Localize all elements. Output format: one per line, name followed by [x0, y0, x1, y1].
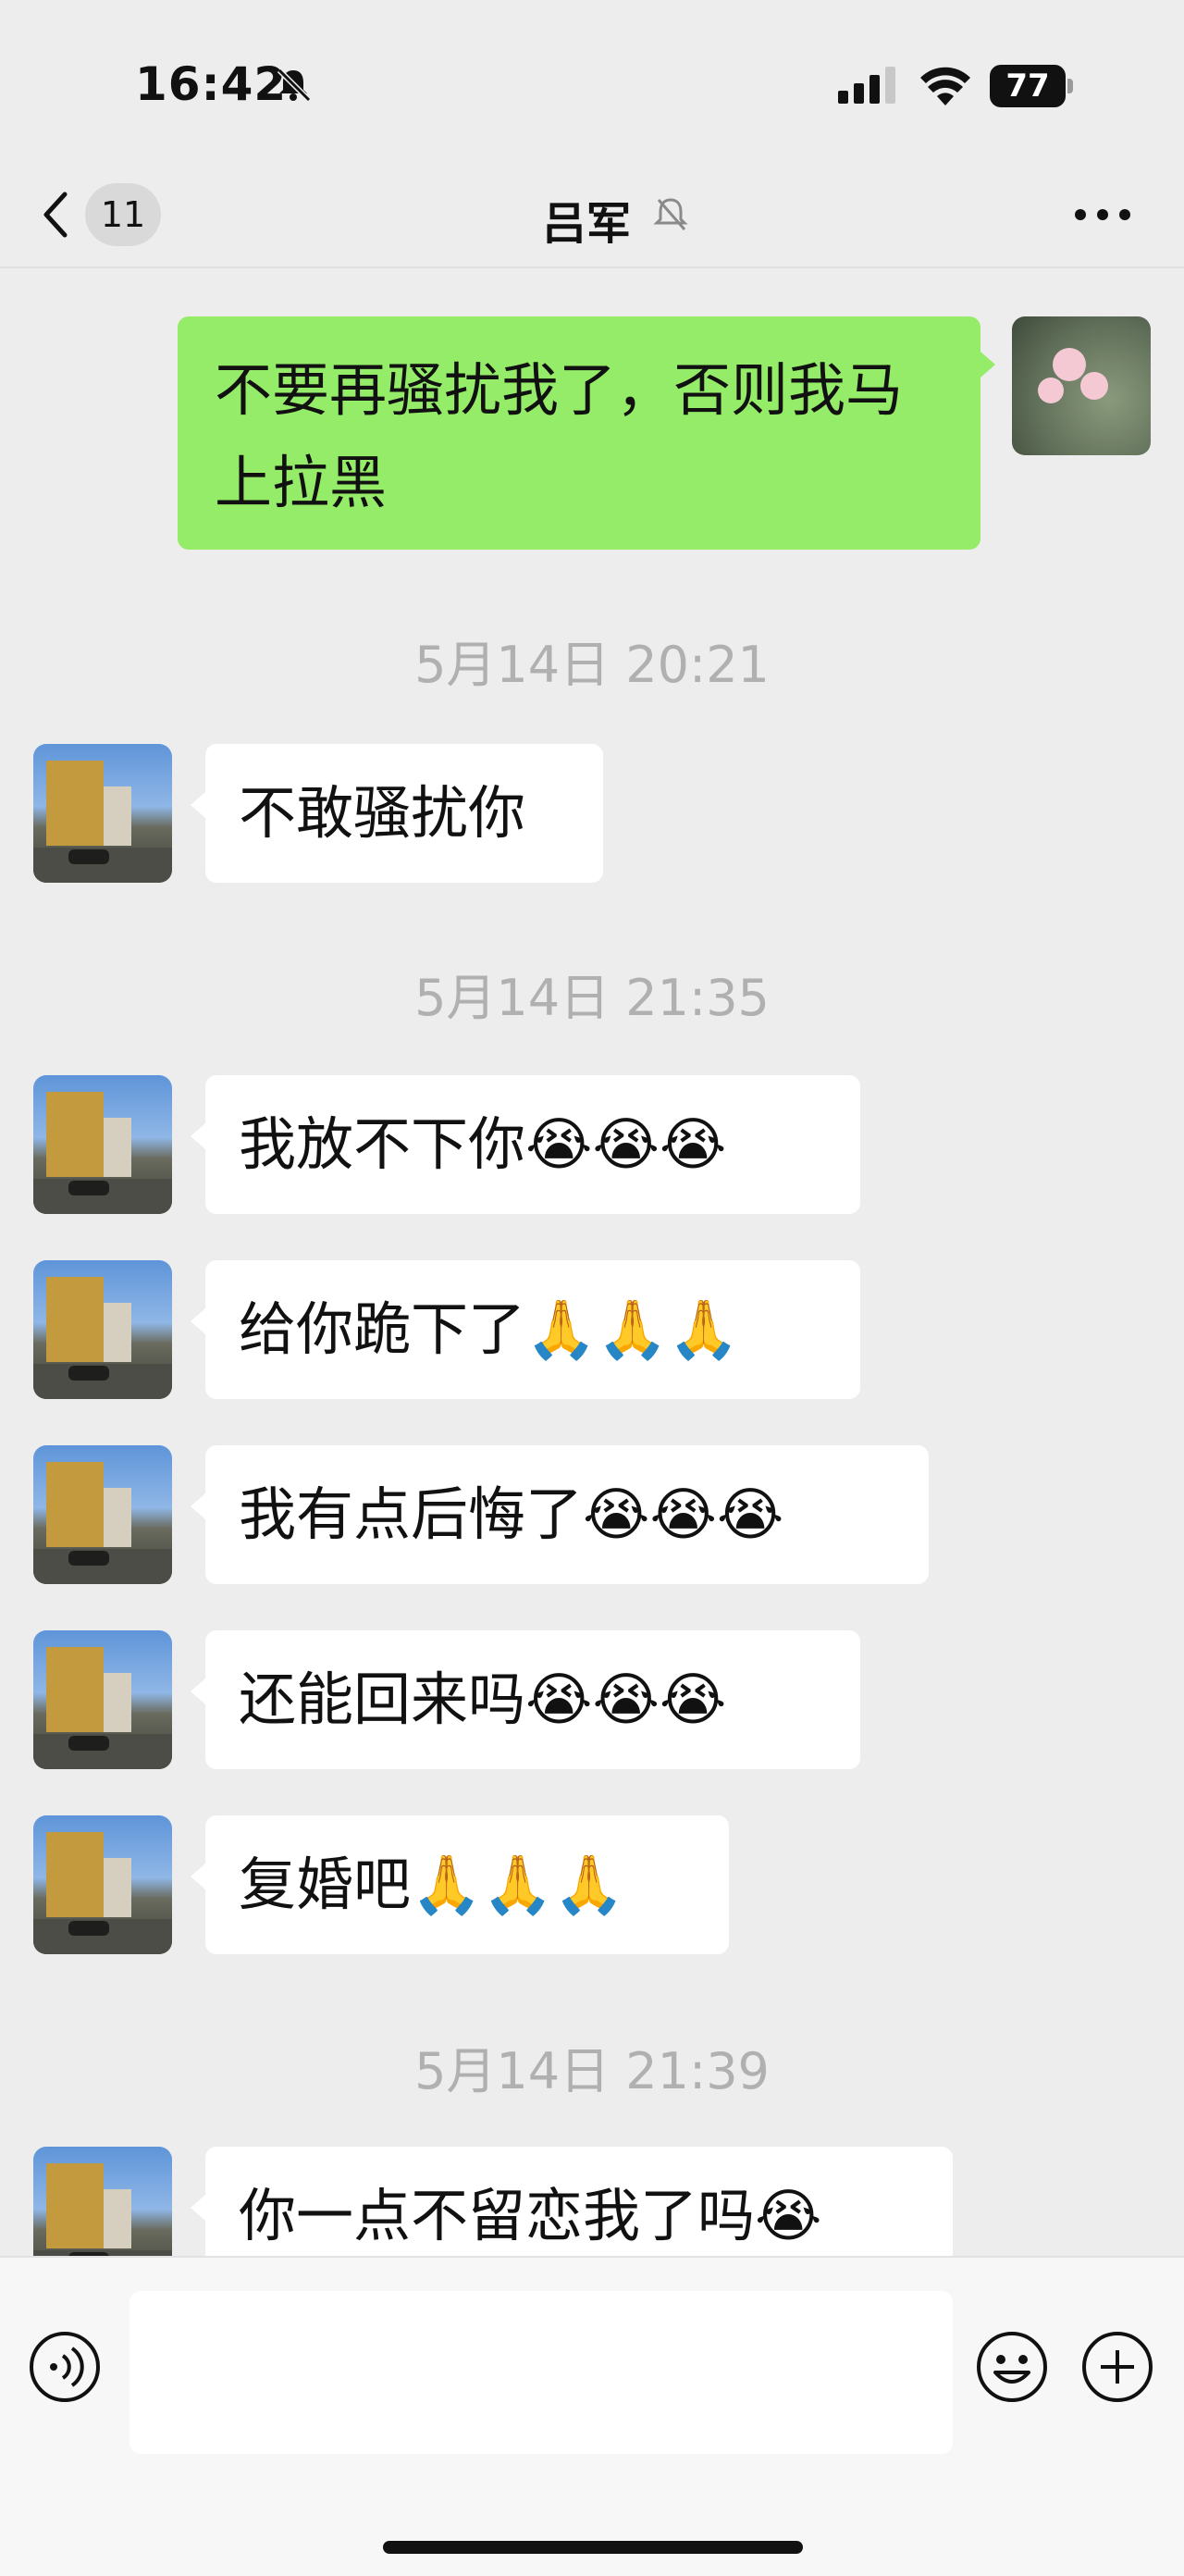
home-indicator[interactable]	[383, 2541, 803, 2554]
message-bubble-received[interactable]: 我放不下你😭😭😭	[191, 1075, 860, 1214]
back-chevron-icon[interactable]	[37, 189, 74, 241]
status-bar: 16:42 77	[0, 0, 1184, 167]
message-bubble-received[interactable]: 我有点后悔了😭😭😭	[191, 1445, 929, 1584]
more-icon[interactable]	[1073, 207, 1132, 222]
battery-level: 77	[990, 65, 1066, 107]
voice-icon[interactable]	[28, 2330, 102, 2404]
timestamp: 5月14日 20:21	[414, 636, 770, 694]
chat-title: 吕军	[542, 187, 631, 250]
emoji-icon[interactable]	[975, 2330, 1049, 2404]
message-input[interactable]	[130, 2291, 953, 2454]
message-bubble-received[interactable]: 不敢骚扰你	[191, 744, 603, 883]
header-divider	[0, 266, 1184, 268]
message-bubble-received[interactable]: 复婚吧🙏🙏🙏	[191, 1815, 729, 1954]
wifi-icon	[920, 67, 970, 105]
mute-bell-icon	[653, 198, 688, 230]
avatar-self[interactable]	[1012, 316, 1151, 455]
plus-icon[interactable]	[1080, 2330, 1154, 2404]
battery-icon: 77	[990, 65, 1075, 107]
signal-icon	[838, 67, 895, 104]
unread-count-badge[interactable]: 11	[85, 183, 161, 246]
message-bubble-sent[interactable]: 不要再骚扰我了，否则我马上拉黑	[178, 316, 995, 550]
avatar-contact[interactable]	[33, 1260, 172, 1399]
mute-bell-icon	[277, 68, 312, 103]
avatar-contact[interactable]	[33, 1445, 172, 1584]
avatar-contact[interactable]	[33, 744, 172, 883]
input-bar	[0, 2256, 1184, 2576]
contact-name: 吕军	[542, 198, 632, 250]
status-time: 16:42	[135, 57, 288, 111]
chat-header: 11 吕军	[0, 167, 1184, 266]
timestamp: 5月14日 21:39	[414, 2042, 770, 2100]
avatar-contact[interactable]	[33, 1075, 172, 1214]
timestamp: 5月14日 21:35	[414, 969, 770, 1027]
avatar-contact[interactable]	[33, 1630, 172, 1769]
avatar-contact[interactable]	[33, 1815, 172, 1954]
message-bubble-received[interactable]: 还能回来吗😭😭😭	[191, 1630, 860, 1769]
message-bubble-received[interactable]: 给你跪下了🙏🙏🙏	[191, 1260, 860, 1399]
